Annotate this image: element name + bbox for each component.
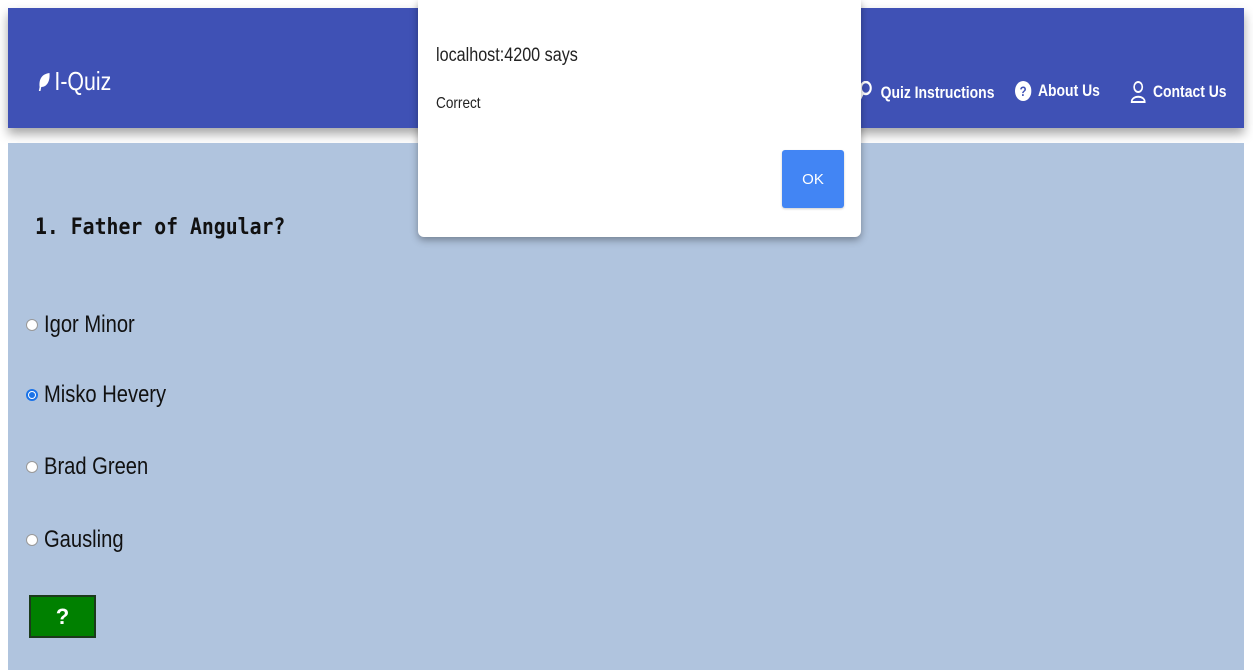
radio-button[interactable] bbox=[26, 534, 38, 546]
brand-name: I-Quiz bbox=[54, 66, 112, 96]
nav-quiz-instructions[interactable]: Quiz Instructions bbox=[856, 81, 994, 105]
hint-button[interactable]: ? bbox=[29, 595, 96, 638]
svg-text:?: ? bbox=[1020, 83, 1027, 99]
user-icon bbox=[1130, 81, 1146, 103]
nav-about-us-label: About Us bbox=[1037, 81, 1100, 100]
question-circle-icon: ? bbox=[1015, 81, 1032, 101]
radio-button[interactable] bbox=[26, 461, 38, 473]
ok-button[interactable]: OK bbox=[782, 150, 844, 208]
leaf-icon bbox=[38, 72, 50, 91]
nav-contact-us[interactable]: Contact Us bbox=[1130, 81, 1227, 103]
option-brad-green[interactable]: Brad Green bbox=[26, 453, 168, 481]
nav-about-us[interactable]: ? About Us bbox=[1015, 81, 1100, 101]
brand-logo[interactable]: I-Quiz bbox=[38, 66, 111, 97]
option-igor-minor[interactable]: Igor Minor bbox=[26, 311, 152, 339]
nav-contact-us-label: Contact Us bbox=[1152, 82, 1227, 101]
option-label: Gausling bbox=[44, 526, 124, 553]
nav-quiz-instructions-label: Quiz Instructions bbox=[880, 83, 995, 102]
radio-button[interactable] bbox=[26, 319, 38, 331]
option-label: Igor Minor bbox=[44, 311, 135, 338]
option-label: Misko Hevery bbox=[44, 381, 167, 408]
option-label: Brad Green bbox=[44, 453, 149, 480]
question-text: 1. Father of Angular? bbox=[35, 215, 286, 240]
option-misko-hevery[interactable]: Misko Hevery bbox=[26, 381, 189, 409]
option-gausling[interactable]: Gausling bbox=[26, 526, 139, 554]
alert-dialog: localhost:4200 says Correct OK bbox=[418, 0, 861, 237]
radio-button-selected[interactable] bbox=[26, 389, 38, 401]
alert-message: Correct bbox=[436, 95, 481, 112]
alert-title: localhost:4200 says bbox=[436, 45, 578, 66]
